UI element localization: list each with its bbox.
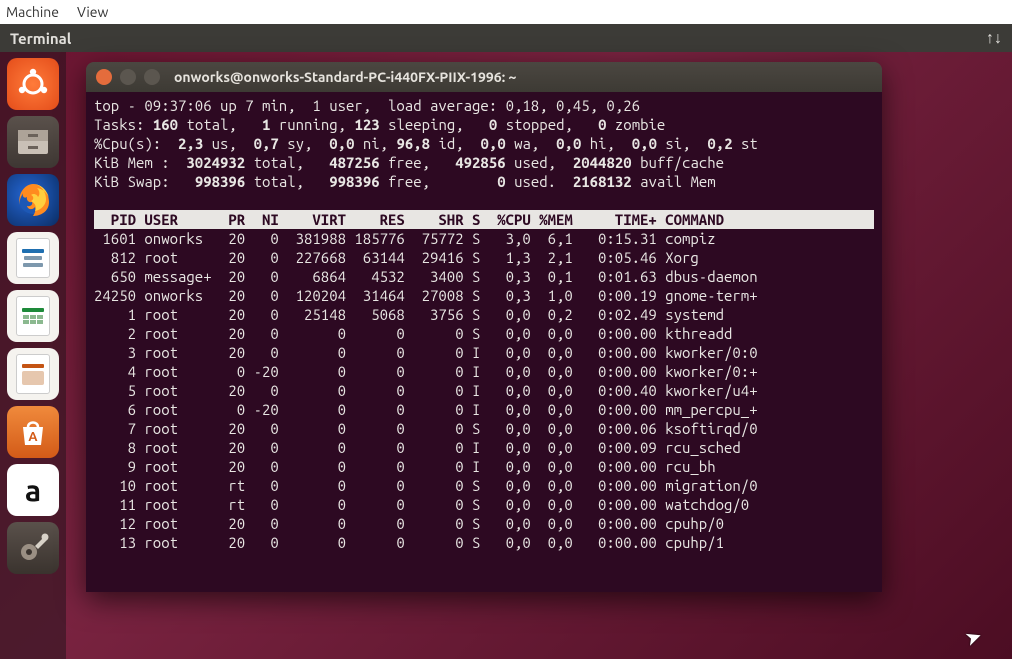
launcher-amazon[interactable]: a: [7, 464, 59, 516]
amazon-a-icon: a: [25, 473, 41, 507]
launcher-impress[interactable]: [7, 348, 59, 400]
firefox-icon: [13, 180, 53, 220]
terminal-content[interactable]: top - 09:37:06 up 7 min, 1 user, load av…: [86, 92, 882, 592]
mouse-cursor-icon: ➤: [962, 623, 986, 651]
window-titlebar[interactable]: onworks@onworks-Standard-PC-i440FX-PIIX-…: [86, 62, 882, 92]
window-title: onworks@onworks-Standard-PC-i440FX-PIIX-…: [174, 69, 516, 85]
menu-machine[interactable]: Machine: [6, 4, 59, 20]
calc-doc-icon: [16, 296, 50, 336]
launcher-firefox[interactable]: [7, 174, 59, 226]
svg-text:A: A: [28, 430, 38, 444]
shopping-bag-icon: A: [16, 415, 50, 449]
network-updown-icon[interactable]: ↑↓: [986, 29, 1002, 48]
launcher-dash[interactable]: [7, 58, 59, 110]
vm-host-menubar[interactable]: Machine View: [0, 0, 1012, 24]
file-cabinet-icon: [15, 127, 51, 157]
unity-top-panel: Terminal ↑↓: [0, 24, 1012, 52]
launcher-settings[interactable]: [7, 522, 59, 574]
ubuntu-desktop: Terminal ↑↓: [0, 24, 1012, 659]
window-close-button[interactable]: [96, 69, 112, 85]
window-maximize-button[interactable]: [144, 69, 160, 85]
impress-doc-icon: [16, 354, 50, 394]
system-indicators[interactable]: ↑↓: [986, 29, 1002, 48]
launcher-writer[interactable]: [7, 232, 59, 284]
unity-launcher[interactable]: A a: [0, 52, 66, 659]
menu-view[interactable]: View: [77, 4, 108, 20]
gear-wrench-icon: [15, 530, 51, 566]
launcher-files[interactable]: [7, 116, 59, 168]
ubuntu-logo-icon: [16, 67, 50, 101]
panel-app-title: Terminal: [10, 30, 986, 47]
launcher-software[interactable]: A: [7, 406, 59, 458]
window-minimize-button[interactable]: [120, 69, 136, 85]
terminal-window[interactable]: onworks@onworks-Standard-PC-i440FX-PIIX-…: [86, 62, 882, 592]
writer-doc-icon: [16, 238, 50, 278]
launcher-calc[interactable]: [7, 290, 59, 342]
